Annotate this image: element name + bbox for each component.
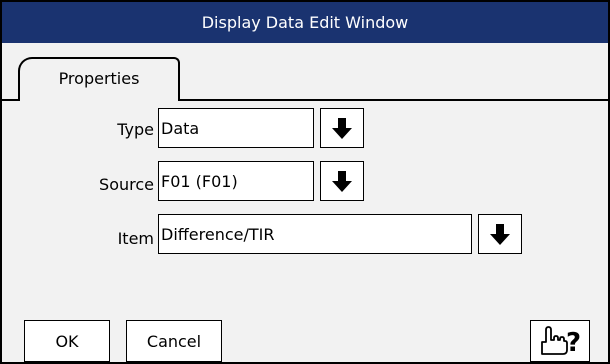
source-label: Source xyxy=(99,175,154,194)
item-dropdown-button[interactable] xyxy=(478,214,522,254)
type-dropdown-button[interactable] xyxy=(320,108,364,148)
item-label: Item xyxy=(117,229,154,248)
type-label: Type xyxy=(117,120,154,139)
down-arrow-icon xyxy=(332,171,352,192)
type-field[interactable]: Data xyxy=(158,108,314,148)
tab-strip: Properties xyxy=(2,43,608,103)
source-dropdown-button[interactable] xyxy=(320,161,364,201)
cancel-button[interactable]: Cancel xyxy=(126,320,222,362)
help-question-mark: ? xyxy=(566,328,581,358)
window-title: Display Data Edit Window xyxy=(201,13,409,32)
source-field[interactable]: F01 (F01) xyxy=(158,161,314,201)
ok-button[interactable]: OK xyxy=(24,320,110,362)
dialog-window: Display Data Edit Window Properties Type… xyxy=(0,0,610,364)
tab-properties-label: Properties xyxy=(58,69,140,88)
pointing-hand-help-icon: ? xyxy=(541,326,581,358)
down-arrow-icon xyxy=(332,118,352,139)
item-field[interactable]: Difference/TIR xyxy=(158,214,472,254)
down-arrow-icon xyxy=(490,224,510,245)
title-bar: Display Data Edit Window xyxy=(2,2,608,43)
help-button[interactable]: ? xyxy=(530,320,590,362)
tab-properties[interactable]: Properties xyxy=(18,57,180,103)
